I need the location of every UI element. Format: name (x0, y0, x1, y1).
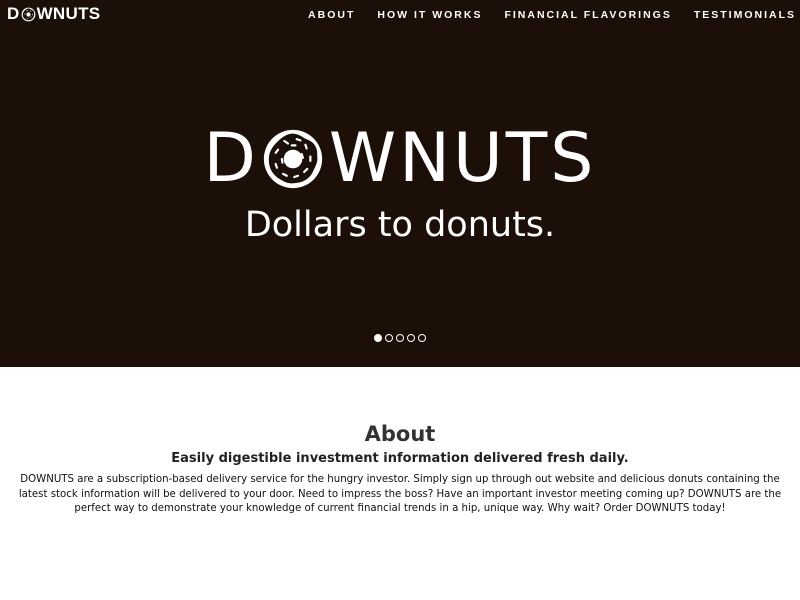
nav-about[interactable]: ABOUT (308, 8, 355, 22)
donut-icon (21, 7, 35, 21)
brand-name-start: D (7, 4, 20, 23)
hero-tagline: Dollars to donuts. (244, 205, 556, 245)
nav-financial-flavorings[interactable]: FINANCIAL FLAVORINGS (504, 8, 671, 22)
main-nav: ABOUT HOW IT WORKS FINANCIAL FLAVORINGS … (308, 8, 796, 22)
carousel-dot[interactable] (374, 334, 382, 342)
nav-testimonials[interactable]: TESTIMONIALS (694, 8, 796, 22)
carousel-dot[interactable] (396, 334, 404, 342)
hero-title: D WNUTS (0, 120, 800, 198)
brand-name-end: WNUTS (36, 4, 101, 23)
hero-title-start: D (203, 119, 259, 198)
carousel-indicators (0, 334, 800, 342)
about-title: About (364, 422, 436, 446)
brand-logo[interactable]: D WNUTS (7, 4, 100, 24)
about-subtitle: Easily digestible investment information… (171, 451, 629, 466)
donut-icon (263, 129, 323, 189)
hero-section: D WNUTS ABOUT HOW IT WORKS FINANCIAL FLA… (0, 0, 800, 367)
carousel-dot[interactable] (407, 334, 415, 342)
nav-how-it-works[interactable]: HOW IT WORKS (377, 8, 482, 22)
about-body: DOWNUTS are a subscription-based deliver… (18, 474, 782, 514)
carousel-dot[interactable] (385, 334, 393, 342)
hero-title-end: WNUTS (328, 119, 597, 198)
carousel-dot[interactable] (418, 334, 426, 342)
